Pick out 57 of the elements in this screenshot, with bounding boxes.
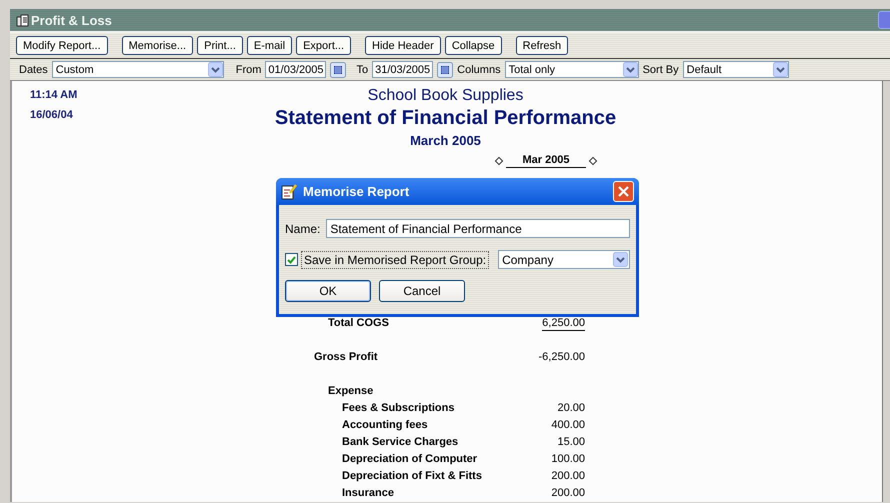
report-title: Statement of Financial Performance <box>274 107 616 130</box>
dropdown-field[interactable]: Total only <box>504 61 639 78</box>
dialog-title: Memorise Report <box>303 184 410 199</box>
window-title: Profit & Loss <box>31 12 112 28</box>
row-label: Insurance <box>341 487 394 500</box>
close-button[interactable] <box>613 181 634 202</box>
field-label: Columns <box>457 64 501 76</box>
row-label: Accounting fees <box>341 419 428 432</box>
row-label: Total COGS <box>327 317 389 330</box>
field-label: Name: <box>285 222 320 236</box>
dropdown-field[interactable]: Default <box>682 61 789 78</box>
row-amount: 15.00 <box>557 436 585 449</box>
row-label: Depreciation of Fixt & Fitts <box>341 470 482 483</box>
toolbar-button[interactable]: Memorise... <box>122 36 194 55</box>
dialog-button[interactable]: Cancel <box>379 280 465 302</box>
company-name: School Book Supplies <box>368 87 524 105</box>
row-label: Gross Profit <box>314 351 378 364</box>
toolbar-button[interactable]: Hide Header <box>365 36 441 55</box>
column-marker-icon[interactable] <box>494 156 504 166</box>
report-period: March 2005 <box>410 133 481 148</box>
field-label: To <box>356 64 368 76</box>
row-amount: -6,250.00 <box>538 351 585 364</box>
notepad-icon <box>281 184 297 200</box>
calendar-icon[interactable] <box>437 62 454 78</box>
column-header: Mar 2005 <box>506 154 586 168</box>
toolbar-button[interactable]: Modify Report... <box>16 36 108 55</box>
checkbox-label[interactable]: Save in Memorised Report Group: <box>301 250 490 268</box>
report-date: 16/06/04 <box>30 109 74 121</box>
row-label: Fees & Subscriptions <box>341 402 454 415</box>
field-label: Sort By <box>642 64 679 76</box>
field-label: Dates <box>19 64 48 76</box>
column-marker-icon[interactable] <box>588 156 598 166</box>
row-label: Expense <box>327 385 374 398</box>
toolbar-button[interactable]: Refresh <box>516 36 568 55</box>
row-label: Bank Service Charges <box>341 436 458 449</box>
report-icon <box>16 14 29 26</box>
report-time: 11:14 AM <box>30 89 78 101</box>
dropdown-field[interactable]: Custom <box>52 61 224 78</box>
toolbar-button[interactable]: Print... <box>197 36 243 55</box>
toolbar-button[interactable]: E-mail <box>246 36 292 55</box>
toolbar-button[interactable]: Export... <box>296 36 352 55</box>
row-amount: 400.00 <box>551 419 585 432</box>
date-field[interactable]: 01/03/2005 <box>265 61 326 78</box>
field-label: From <box>236 64 262 76</box>
row-label: Depreciation of Computer <box>341 453 478 466</box>
dialog-button[interactable]: OK <box>285 280 371 302</box>
dropdown-field[interactable]: Company <box>498 250 630 269</box>
row-amount: 20.00 <box>557 402 585 415</box>
calendar-icon[interactable] <box>330 62 346 78</box>
row-amount: 100.00 <box>551 453 585 466</box>
date-field[interactable]: 31/03/2005 <box>372 61 434 78</box>
row-amount: 200.00 <box>551 470 585 483</box>
name-field[interactable]: Statement of Financial Performance <box>326 219 630 238</box>
checkbox[interactable] <box>285 253 298 266</box>
toolbar-button[interactable]: Collapse <box>444 36 502 55</box>
close-icon <box>617 185 630 198</box>
row-amount: 200.00 <box>551 487 585 500</box>
